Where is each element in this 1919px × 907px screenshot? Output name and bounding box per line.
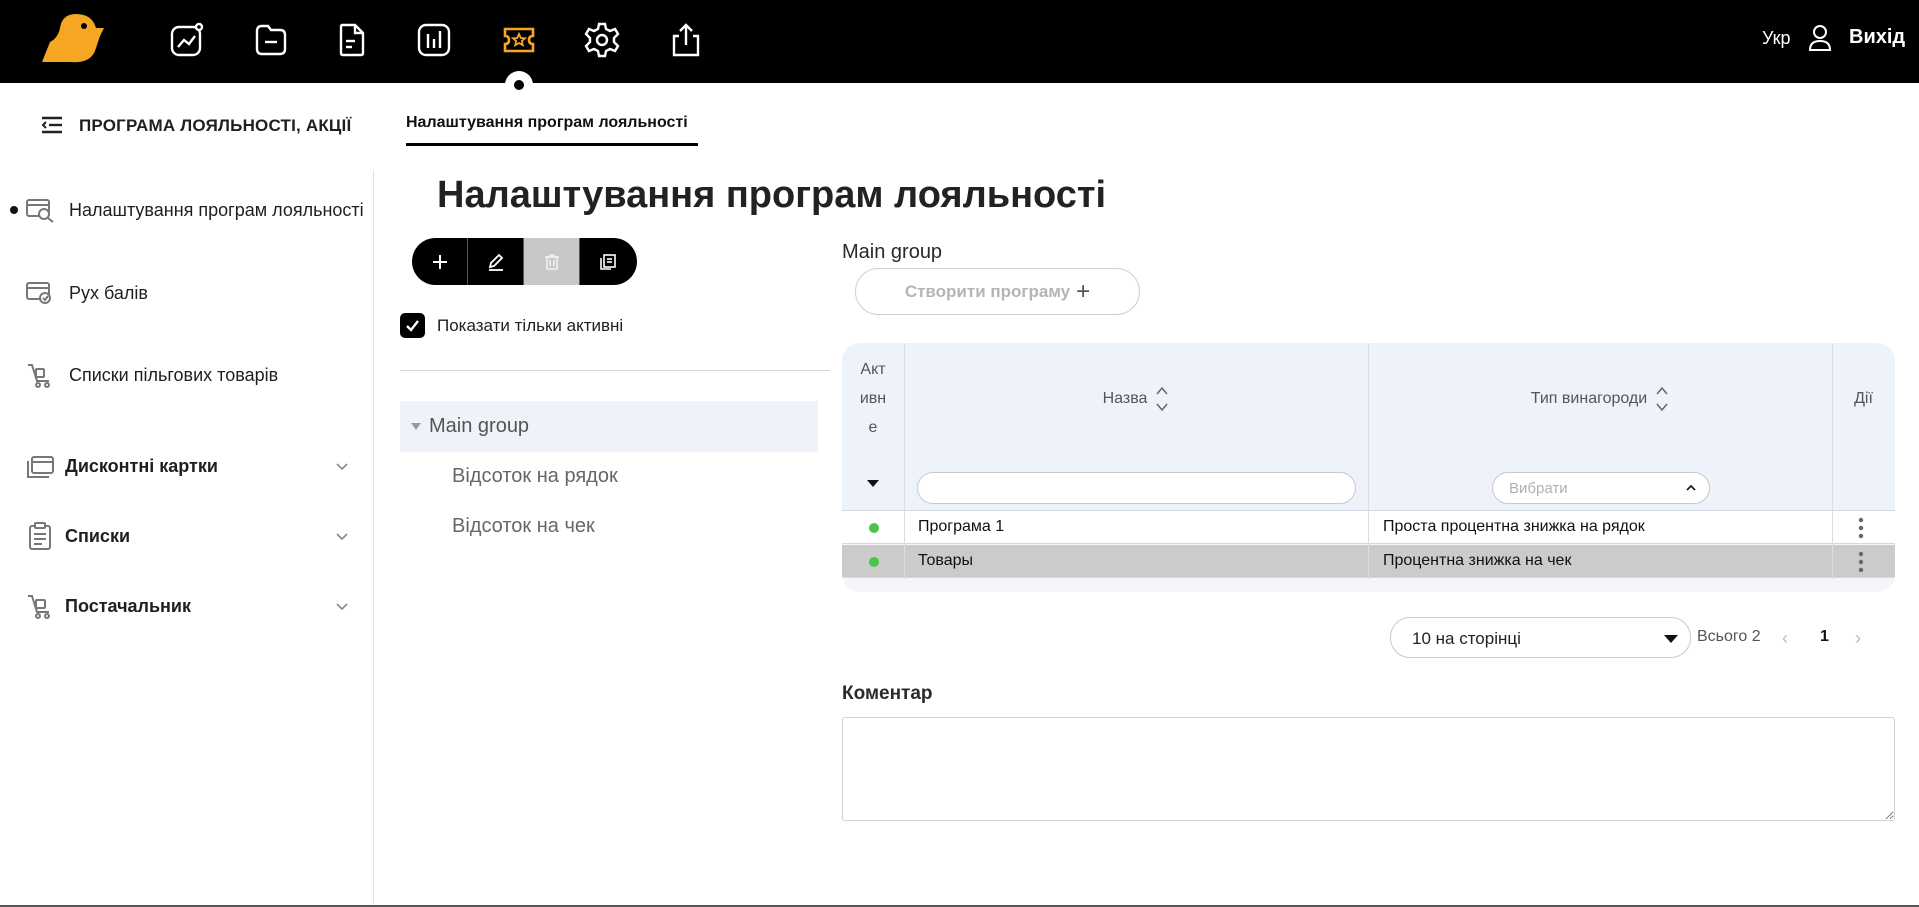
sidebar-group-label: Списки: [65, 526, 131, 546]
cell-reward-type: Проста процентна знижка на рядок: [1383, 518, 1645, 535]
edit-button[interactable]: [468, 238, 524, 285]
reports-icon[interactable]: [412, 18, 456, 62]
cart-list-icon: [28, 364, 50, 388]
chevron-down-icon[interactable]: [334, 528, 350, 544]
group-title: Main group: [842, 241, 943, 263]
edit-icon: [488, 253, 503, 271]
caret-down-icon[interactable]: [411, 423, 421, 430]
show-active-only-label[interactable]: Показати тільки активні: [437, 316, 623, 336]
folder-icon[interactable]: [249, 18, 293, 62]
more-actions-icon[interactable]: [1858, 516, 1864, 540]
page-size-label: 10 на сторінці: [1412, 629, 1521, 648]
page-size-select[interactable]: 10 на сторінці: [1390, 617, 1691, 658]
column-divider: [904, 343, 905, 579]
programs-table: Акт ивн е Назва Тип винагороди Дії Вибра…: [842, 343, 1895, 592]
sidebar-item-label: Рух балів: [69, 283, 148, 303]
sidebar-item-preferential-lists[interactable]: Списки пільгових товарів: [0, 355, 370, 395]
divider: [400, 370, 830, 371]
caret-down-icon: [1664, 635, 1678, 643]
add-button[interactable]: [412, 238, 468, 285]
column-divider: [1368, 343, 1369, 579]
prev-page-button[interactable]: ‹: [1782, 628, 1788, 649]
sidebar-item-loyalty-settings[interactable]: Налаштування програм лояльності: [0, 190, 370, 230]
select-placeholder: Вибрати: [1509, 480, 1568, 497]
analytics-icon[interactable]: [165, 18, 209, 62]
sidebar-item-label: Списки пільгових товарів: [69, 365, 279, 385]
tab-loyalty-settings[interactable]: Налаштування програм лояльності: [406, 114, 688, 132]
column-header-active: Акт ивн е: [859, 361, 887, 436]
clipboard-icon: [29, 522, 51, 550]
sort-icon[interactable]: [1155, 383, 1169, 415]
checkmark-icon: [406, 320, 419, 332]
column-header-reward-type[interactable]: Тип винагороди: [1368, 343, 1832, 454]
reward-type-filter-select[interactable]: Вибрати: [1492, 472, 1710, 504]
cell-name: Програма 1: [918, 518, 1005, 535]
loyalty-settings-icon: [26, 199, 54, 223]
comment-textarea[interactable]: [842, 717, 1895, 821]
total-count: Всього 2: [1697, 628, 1761, 645]
name-filter-input[interactable]: [917, 472, 1356, 504]
comment-label: Коментар: [842, 683, 933, 704]
sidebar-divider: [373, 170, 374, 907]
more-actions-icon[interactable]: [1858, 550, 1864, 574]
chevron-down-icon[interactable]: [334, 598, 350, 614]
cards-icon: [27, 456, 54, 478]
loyalty-ticket-icon[interactable]: [497, 18, 541, 62]
plus-icon: +: [1076, 277, 1091, 305]
tree-node-label: Main group: [429, 415, 530, 437]
sidebar-group-discount-cards[interactable]: Дисконтні картки: [0, 446, 370, 486]
section-title: ПРОГРАМА ЛОЯЛЬНОСТІ, АКЦІЇ: [79, 116, 352, 135]
create-program-label: Створити програму: [904, 281, 1071, 301]
tree-node-percent-per-line[interactable]: Відсоток на рядок: [452, 465, 618, 488]
group-toolbar: [412, 238, 637, 285]
chevron-down-icon[interactable]: [334, 458, 350, 474]
column-header-actions: Дії: [1854, 389, 1873, 407]
sidebar-group-supplier[interactable]: Постачальник: [0, 586, 370, 626]
tree-node-main-group[interactable]: Main group: [400, 401, 818, 452]
points-flow-icon: [26, 282, 51, 304]
sidebar-item-points-flow[interactable]: Рух балів: [0, 273, 370, 313]
column-divider: [1832, 343, 1833, 579]
user-icon[interactable]: [1808, 24, 1832, 52]
cell-reward-type: Процентна знижка на чек: [1383, 552, 1572, 569]
sidebar-item-label: Налаштування програм лояльності: [69, 200, 364, 220]
active-tab-underline: [406, 143, 698, 146]
sidebar-group-label: Постачальник: [65, 596, 191, 616]
add-icon: [432, 254, 447, 269]
export-icon[interactable]: [664, 18, 708, 62]
page-number-current[interactable]: 1: [1820, 628, 1829, 646]
bird-logo-icon[interactable]: [40, 12, 104, 68]
tree-node-percent-per-check[interactable]: Відсоток на чек: [452, 515, 595, 538]
delete-icon: [544, 253, 559, 270]
supplier-cart-icon: [28, 595, 50, 619]
logout-button[interactable]: Вихід: [1849, 26, 1905, 49]
cell-name: Товары: [918, 552, 974, 569]
active-filter-dropdown[interactable]: [867, 480, 879, 487]
delete-button[interactable]: [524, 238, 580, 285]
copy-button[interactable]: [580, 238, 636, 285]
active-nav-indicator: [505, 71, 533, 99]
active-bullet: [10, 206, 18, 214]
top-navigation-bar: Укр Вихід: [0, 0, 1919, 99]
sidebar-group-lists[interactable]: Списки: [0, 516, 370, 556]
document-icon[interactable]: [330, 18, 374, 62]
column-header-name[interactable]: Назва: [904, 343, 1368, 454]
next-page-button[interactable]: ›: [1855, 628, 1861, 649]
copy-icon: [600, 253, 616, 270]
active-status-dot: [869, 523, 879, 533]
menu-collapse-icon[interactable]: [40, 115, 64, 135]
active-status-dot: [869, 557, 879, 567]
page-title: Налаштування програм лояльності: [437, 174, 1107, 216]
show-active-only-checkbox[interactable]: [400, 313, 425, 338]
create-program-button[interactable]: Створити програму +: [855, 268, 1140, 315]
sidebar-group-label: Дисконтні картки: [65, 456, 218, 476]
sort-icon[interactable]: [1655, 383, 1669, 415]
chevron-up-icon: [1686, 484, 1696, 491]
settings-icon[interactable]: [580, 18, 624, 62]
language-switch[interactable]: Укр: [1762, 28, 1791, 49]
